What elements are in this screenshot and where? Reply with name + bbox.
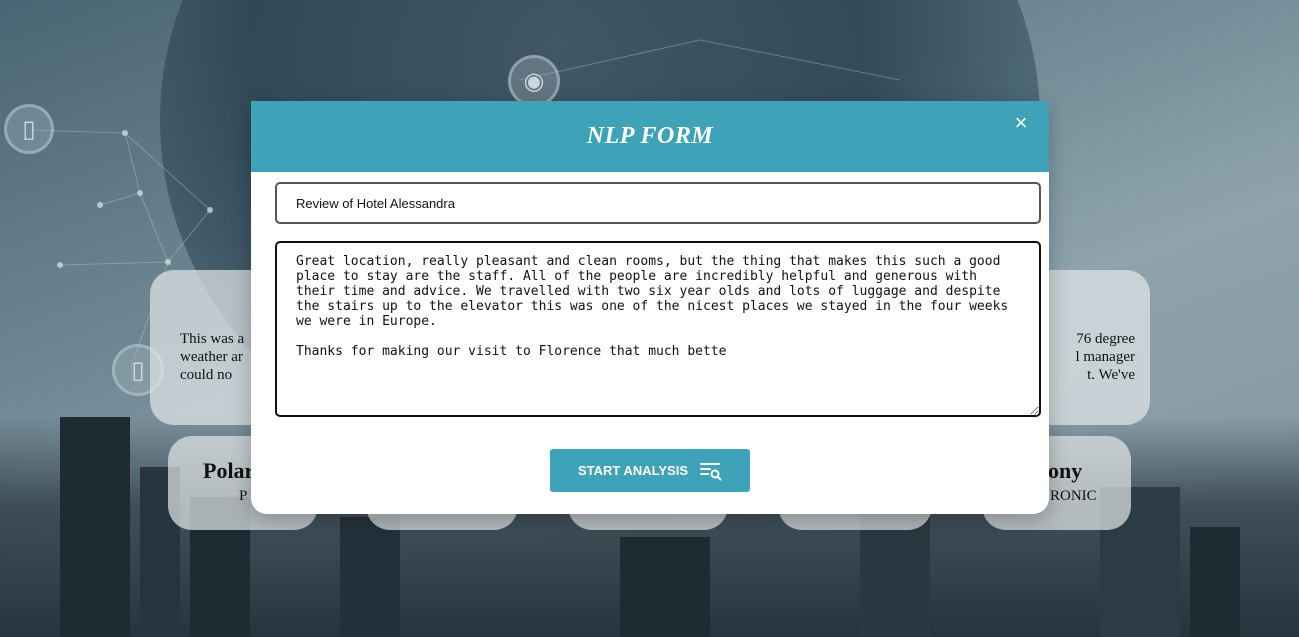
review-text-area[interactable]	[275, 241, 1041, 417]
list-search-icon	[700, 462, 722, 480]
start-analysis-button[interactable]: START ANALYSIS	[550, 449, 750, 492]
nlp-form-modal: NLP FORM × START ANALYSIS	[251, 101, 1049, 514]
modal-header: NLP FORM ×	[251, 101, 1049, 172]
review-title-input[interactable]	[275, 182, 1041, 224]
modal-title: NLP FORM	[586, 123, 714, 149]
close-icon[interactable]: ×	[1009, 111, 1033, 135]
start-analysis-label: START ANALYSIS	[577, 463, 689, 478]
